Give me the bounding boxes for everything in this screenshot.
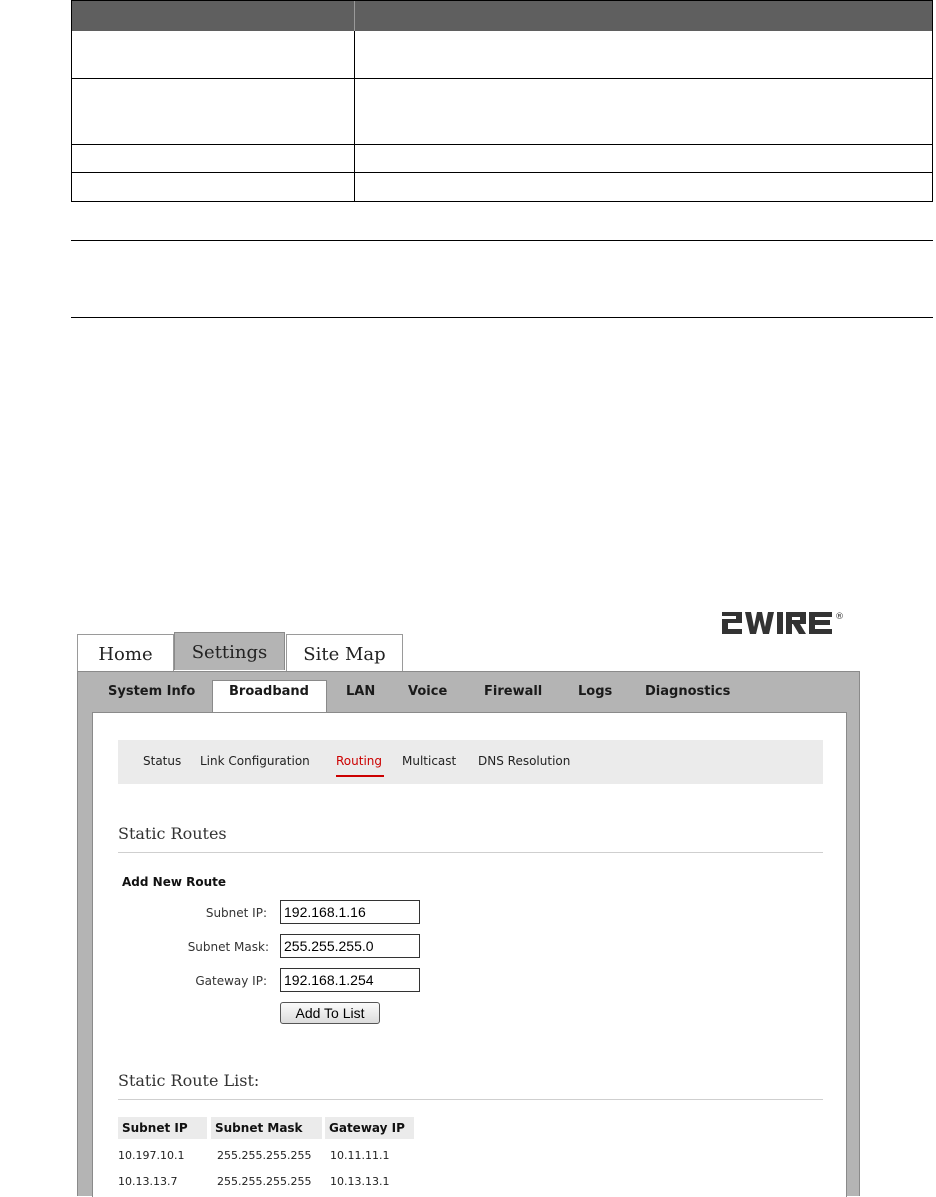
cell-subnet-ip: 10.13.13.7	[118, 1175, 178, 1188]
column-header-label: Subnet Mask	[215, 1121, 303, 1135]
cell-gateway-ip: 10.11.11.1	[330, 1149, 390, 1162]
row-divider	[72, 172, 932, 173]
tab-home-label: Home	[98, 644, 153, 665]
nav-multicast[interactable]: Multicast	[402, 754, 456, 768]
sub-tab-lan[interactable]: LAN	[346, 684, 375, 699]
settings-sub-tabs: System Info Broadband LAN Voice Firewall…	[78, 672, 859, 714]
static-route-list-title: Static Route List:	[118, 1071, 260, 1090]
sub-tab-logs[interactable]: Logs	[578, 684, 612, 699]
subnet-mask-label: Subnet Mask:	[187, 940, 269, 954]
sub-tab-firewall[interactable]: Firewall	[484, 684, 542, 699]
sub-tab-broadband[interactable]: Broadband	[229, 684, 309, 699]
column-header-subnet-mask: Subnet Mask	[211, 1117, 322, 1139]
column-divider	[354, 31, 355, 201]
add-new-route-heading: Add New Route	[122, 875, 226, 889]
column-header-gateway-ip: Gateway IP	[325, 1117, 414, 1139]
document-table	[71, 0, 933, 202]
nav-status[interactable]: Status	[143, 754, 181, 768]
cell-subnet-mask: 255.255.255.255	[217, 1149, 312, 1162]
row-divider	[72, 78, 932, 79]
nav-link-configuration[interactable]: Link Configuration	[200, 754, 310, 768]
tab-site-map[interactable]: Site Map	[286, 634, 403, 671]
cell-subnet-mask: 255.255.255.255	[217, 1175, 312, 1188]
cell-subnet-ip: 10.197.10.1	[118, 1149, 185, 1162]
cell-gateway-ip: 10.13.13.1	[330, 1175, 390, 1188]
column-header-subnet-ip: Subnet IP	[118, 1117, 207, 1139]
tab-settings[interactable]: Settings	[174, 632, 285, 670]
tab-settings-label: Settings	[191, 642, 268, 663]
tab-home[interactable]: Home	[77, 634, 174, 671]
subnet-ip-input[interactable]	[280, 900, 420, 924]
tab-site-map-label: Site Map	[303, 644, 386, 665]
document-table-header	[72, 1, 932, 31]
subnet-ip-label: Subnet IP:	[205, 906, 267, 920]
subnet-mask-input[interactable]	[280, 934, 420, 958]
static-routes-title: Static Routes	[118, 824, 227, 843]
nav-routing-underline	[336, 775, 384, 777]
broadband-content: Status Link Configuration Routing Multic…	[92, 712, 847, 1197]
header-column-separator	[354, 1, 355, 31]
sub-tab-diagnostics[interactable]: Diagnostics	[645, 684, 730, 699]
section-divider	[118, 852, 823, 853]
nav-routing[interactable]: Routing	[336, 754, 382, 768]
sub-tab-voice[interactable]: Voice	[408, 684, 447, 699]
row-divider	[72, 144, 932, 145]
add-to-list-button[interactable]: Add To List	[280, 1002, 380, 1024]
gateway-ip-input[interactable]	[280, 968, 420, 992]
horizontal-rule	[71, 240, 933, 241]
registered-mark: ®	[835, 612, 844, 622]
brand-logo: ®	[722, 612, 844, 634]
settings-panel: System Info Broadband LAN Voice Firewall…	[77, 671, 860, 1197]
nav-dns-resolution[interactable]: DNS Resolution	[478, 754, 570, 768]
broadband-sub-nav: Status Link Configuration Routing Multic…	[118, 740, 823, 784]
section-divider	[118, 1099, 823, 1100]
horizontal-rule	[71, 317, 933, 318]
column-header-label: Gateway IP	[329, 1121, 405, 1135]
sub-tab-system-info[interactable]: System Info	[108, 684, 195, 699]
gateway-ip-label: Gateway IP:	[195, 974, 267, 988]
column-header-label: Subnet IP	[122, 1121, 188, 1135]
